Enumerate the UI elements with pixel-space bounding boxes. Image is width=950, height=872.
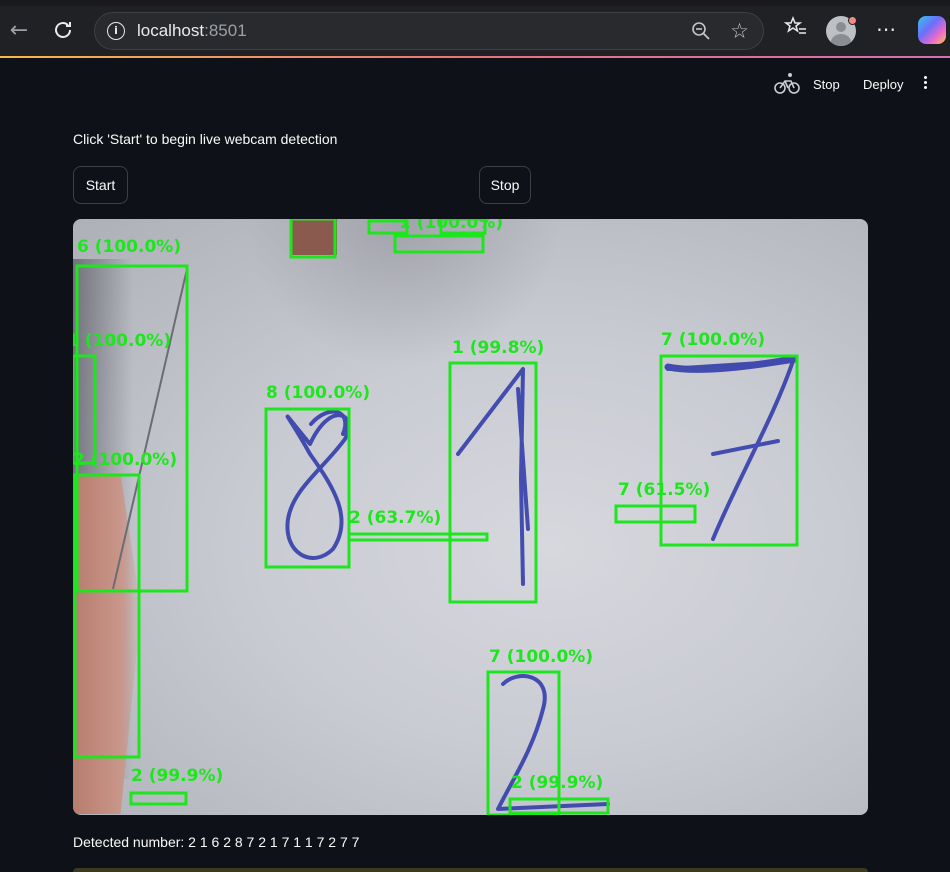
deploy-button[interactable]: Deploy [863, 77, 903, 92]
cycling-icon [774, 72, 800, 94]
detection-label: 7 (100.0%) [489, 647, 593, 667]
box-2-bottom-left [129, 791, 188, 806]
detection-label: 1 (100.0%) [399, 219, 503, 233]
url-host: localhost [137, 21, 205, 40]
box-7-bottom [486, 670, 561, 815]
box-7-small [614, 504, 697, 524]
app-header [0, 58, 950, 114]
detection-overlay: 6 (100.0%) 1 (100.0%) 2 (100.0%) 8 (100.… [73, 219, 799, 815]
detection-label: 1 (100.0%) [73, 331, 171, 351]
detection-label: 7 (61.5%) [618, 480, 710, 500]
handwritten-digits [285, 355, 799, 811]
paper-fold-line [112, 268, 188, 590]
stop-button[interactable]: Stop [479, 166, 531, 204]
detection-label: 7 (100.0%) [661, 330, 765, 350]
address-bar[interactable]: i localhost:8501 ☆ [94, 12, 764, 50]
next-element-edge [73, 868, 868, 872]
detection-label: 2 (100.0%) [73, 450, 177, 470]
start-button[interactable]: Start [73, 166, 128, 204]
back-icon[interactable]: ← [6, 18, 32, 44]
instruction-text: Click 'Start' to begin live webcam detec… [73, 131, 338, 147]
site-info-icon[interactable]: i [107, 22, 125, 40]
detection-label: 2 (99.9%) [511, 773, 603, 793]
more-menu-icon[interactable]: ⋯ [872, 15, 900, 43]
detection-label: 2 (63.7%) [349, 508, 441, 528]
notification-dot [848, 16, 857, 25]
favorites-icon[interactable] [782, 15, 810, 43]
url-text[interactable]: localhost:8501 [137, 21, 247, 41]
detection-label: 8 (100.0%) [266, 383, 370, 403]
detection-label: 6 (100.0%) [77, 237, 181, 257]
box-top-finger [289, 219, 337, 259]
detected-number-text: Detected number: 2 1 6 2 8 7 2 1 7 1 1 7… [73, 834, 360, 850]
digit-1-ink [456, 367, 530, 586]
detection-label: 1 (99.8%) [452, 338, 544, 358]
kebab-menu-icon[interactable] [921, 76, 929, 92]
url-port: :8501 [204, 21, 247, 40]
browser-toolbar: ← i localhost:8501 ☆ ⋯ [0, 0, 950, 58]
zoom-out-icon[interactable] [691, 21, 711, 41]
detection-label: 2 (99.9%) [131, 766, 223, 786]
reload-icon[interactable] [50, 18, 76, 44]
header-stop-button[interactable]: Stop [813, 77, 840, 92]
box-2-small [347, 532, 489, 542]
webcam-video-frame: 6 (100.0%) 1 (100.0%) 2 (100.0%) 8 (100.… [73, 219, 868, 815]
bookmark-star-icon[interactable]: ☆ [730, 19, 749, 43]
digit-7-ink-top [664, 355, 799, 373]
digit-7-ink [666, 359, 795, 541]
tab-strip [0, 0, 950, 6]
box-top-wide [393, 234, 485, 254]
copilot-icon[interactable] [918, 16, 946, 44]
digit-8-ink [285, 413, 351, 560]
